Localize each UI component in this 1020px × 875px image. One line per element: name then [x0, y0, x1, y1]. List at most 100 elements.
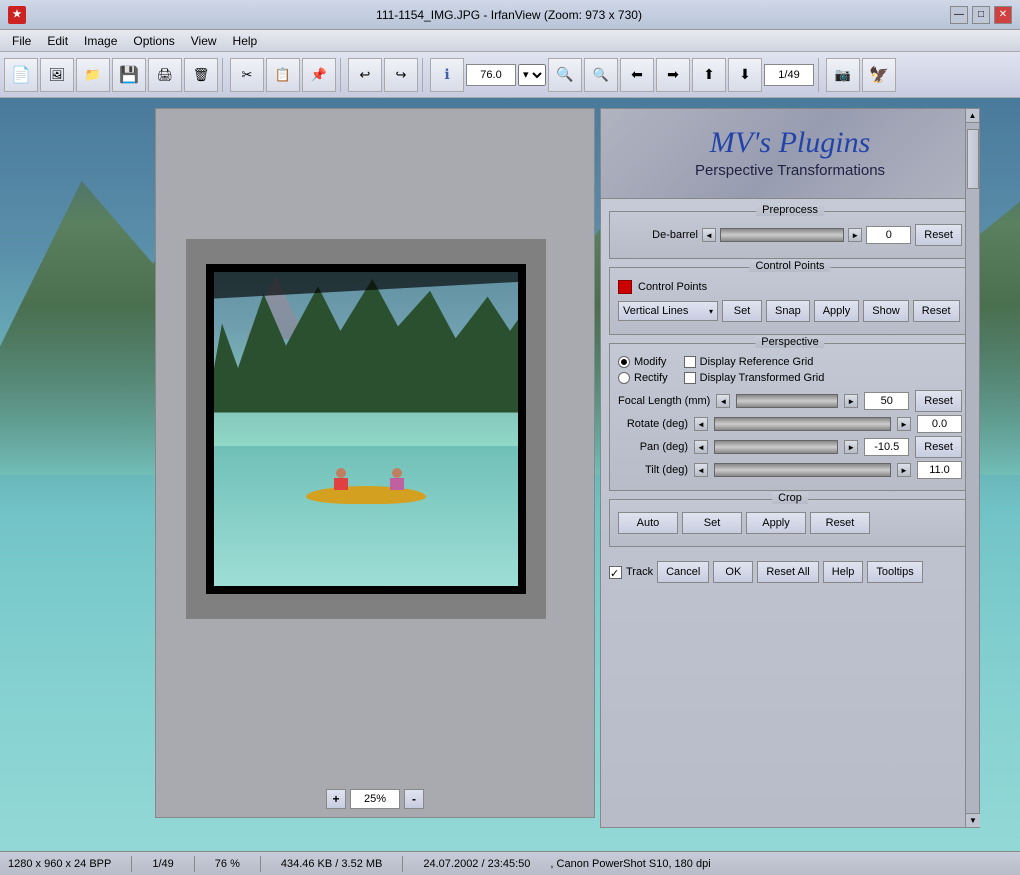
new-button[interactable]: 📄: [4, 58, 38, 92]
zoom-minus-button[interactable]: -: [404, 789, 424, 809]
zoom-input[interactable]: 76.0: [466, 64, 516, 86]
debarrel-slider[interactable]: [720, 228, 844, 242]
plugin-title: Perspective Transformations: [695, 162, 885, 179]
pan-left-arrow[interactable]: ◄: [694, 440, 708, 454]
print-button[interactable]: 🖨: [148, 58, 182, 92]
rotate-right-arrow[interactable]: ►: [897, 417, 911, 431]
zoom-in-button[interactable]: 🔍: [548, 58, 582, 92]
open-button[interactable]: 🖼: [40, 58, 74, 92]
undo-button[interactable]: ↩: [348, 58, 382, 92]
status-divider3: [260, 856, 261, 872]
menu-file[interactable]: File: [4, 32, 39, 50]
menu-help[interactable]: Help: [225, 32, 266, 50]
save-button[interactable]: 💾: [112, 58, 146, 92]
bird-button[interactable]: 🦅: [862, 58, 896, 92]
crop-section: Crop Auto Set Apply Reset: [609, 499, 971, 547]
focal-length-row: Focal Length (mm) ◄ ► 50 Reset: [618, 390, 962, 412]
delete-button[interactable]: 🗑: [184, 58, 218, 92]
ref-grid-checkbox[interactable]: [684, 356, 696, 368]
help-button[interactable]: Help: [823, 561, 864, 583]
debarrel-left-arrow[interactable]: ◄: [702, 228, 716, 242]
scroll-thumb[interactable]: [967, 129, 979, 189]
track-checkbox[interactable]: ✓: [609, 566, 622, 579]
debarrel-right-arrow[interactable]: ►: [848, 228, 862, 242]
cut-button[interactable]: ✂: [230, 58, 264, 92]
pan-right-arrow[interactable]: ►: [844, 440, 858, 454]
next-button[interactable]: ➡: [656, 58, 690, 92]
dropdown-value: Vertical Lines: [623, 305, 688, 317]
cancel-button[interactable]: Cancel: [657, 561, 709, 583]
separator2: [340, 58, 344, 92]
maximize-button[interactable]: □: [972, 6, 990, 24]
menu-options[interactable]: Options: [125, 32, 182, 50]
prev-button[interactable]: ⬅: [620, 58, 654, 92]
crop-apply-button[interactable]: Apply: [746, 512, 806, 534]
track-checkbox-item: ✓ Track: [609, 566, 653, 579]
separator3: [422, 58, 426, 92]
cp-show-button[interactable]: Show: [863, 300, 909, 322]
pan-slider[interactable]: [714, 440, 838, 454]
toolbar: 📄 🖼 📁 💾 🖨 🗑 ✂ 📋 📌 ↩ ↪ ℹ 76.0 ▾ 🔍 🔍 ⬅ ➡ ⬆…: [0, 52, 1020, 98]
pan-reset-button[interactable]: Reset: [915, 436, 962, 458]
vertical-lines-dropdown[interactable]: Vertical Lines ▾: [618, 301, 718, 321]
status-zoom: 76 %: [215, 858, 240, 870]
crop-set-button[interactable]: Set: [682, 512, 742, 534]
rotate-value[interactable]: 0.0: [917, 415, 962, 433]
focal-slider[interactable]: [736, 394, 838, 408]
preprocess-section: Preprocess De-barrel ◄ ► 0 Reset: [609, 211, 971, 259]
scroll-down-button[interactable]: ▼: [966, 813, 980, 827]
pan-value[interactable]: -10.5: [864, 438, 909, 456]
browse-button[interactable]: 📁: [76, 58, 110, 92]
info-button[interactable]: ℹ: [430, 58, 464, 92]
focal-reset-button[interactable]: Reset: [915, 390, 962, 412]
crop-reset-button[interactable]: Reset: [810, 512, 870, 534]
menu-bar: File Edit Image Options View Help: [0, 30, 1020, 52]
debarrel-reset-button[interactable]: Reset: [915, 224, 962, 246]
ref-grid-label: Display Reference Grid: [700, 356, 814, 368]
zoom-dropdown[interactable]: ▾: [518, 64, 546, 86]
paste-button[interactable]: 📌: [302, 58, 336, 92]
debarrel-label: De-barrel: [618, 229, 698, 241]
scroll-up-button[interactable]: ▲: [966, 109, 979, 123]
dialog: + 25% - MV's Plugins Perspective Transfo…: [155, 108, 995, 828]
modify-radio[interactable]: [618, 356, 630, 368]
cp-set-button[interactable]: Set: [722, 300, 762, 322]
scrollbar-vertical[interactable]: ▲ ▼: [965, 109, 979, 827]
rectify-radio[interactable]: [618, 372, 630, 384]
debarrel-value[interactable]: 0: [866, 226, 911, 244]
control-points-content: Control Points Vertical Lines ▾ Set Snap…: [610, 268, 970, 334]
minimize-button[interactable]: —: [950, 6, 968, 24]
cp-snap-button[interactable]: Snap: [766, 300, 810, 322]
redo-button[interactable]: ↪: [384, 58, 418, 92]
tooltips-button[interactable]: Tooltips: [867, 561, 922, 583]
menu-image[interactable]: Image: [76, 32, 125, 50]
rotate-left-arrow[interactable]: ◄: [694, 417, 708, 431]
reset-all-button[interactable]: Reset All: [757, 561, 818, 583]
menu-edit[interactable]: Edit: [39, 32, 76, 50]
crop-auto-button[interactable]: Auto: [618, 512, 678, 534]
cp-apply-button[interactable]: Apply: [814, 300, 860, 322]
focal-value[interactable]: 50: [864, 392, 909, 410]
ok-button[interactable]: OK: [713, 561, 753, 583]
tilt-slider[interactable]: [714, 463, 891, 477]
menu-view[interactable]: View: [183, 32, 225, 50]
main-content: + 25% - MV's Plugins Perspective Transfo…: [0, 98, 1020, 851]
scan-button[interactable]: 📷: [826, 58, 860, 92]
focal-left-arrow[interactable]: ◄: [716, 394, 730, 408]
cp-reset-button[interactable]: Reset: [913, 300, 960, 322]
last-button[interactable]: ⬇: [728, 58, 762, 92]
zoom-out-button[interactable]: 🔍: [584, 58, 618, 92]
tilt-right-arrow[interactable]: ►: [897, 463, 911, 477]
focal-right-arrow[interactable]: ►: [844, 394, 858, 408]
trans-grid-checkbox[interactable]: [684, 372, 696, 384]
close-button[interactable]: ✕: [994, 6, 1012, 24]
zoom-plus-button[interactable]: +: [326, 789, 346, 809]
first-button[interactable]: ⬆: [692, 58, 726, 92]
image-preview-container: [186, 239, 546, 619]
copy-button[interactable]: 📋: [266, 58, 300, 92]
tilt-left-arrow[interactable]: ◄: [694, 463, 708, 477]
tilt-value[interactable]: 11.0: [917, 461, 962, 479]
debarrel-row: De-barrel ◄ ► 0 Reset: [618, 224, 962, 246]
rotate-slider[interactable]: [714, 417, 891, 431]
zoom-controls: + 25% -: [326, 789, 424, 809]
